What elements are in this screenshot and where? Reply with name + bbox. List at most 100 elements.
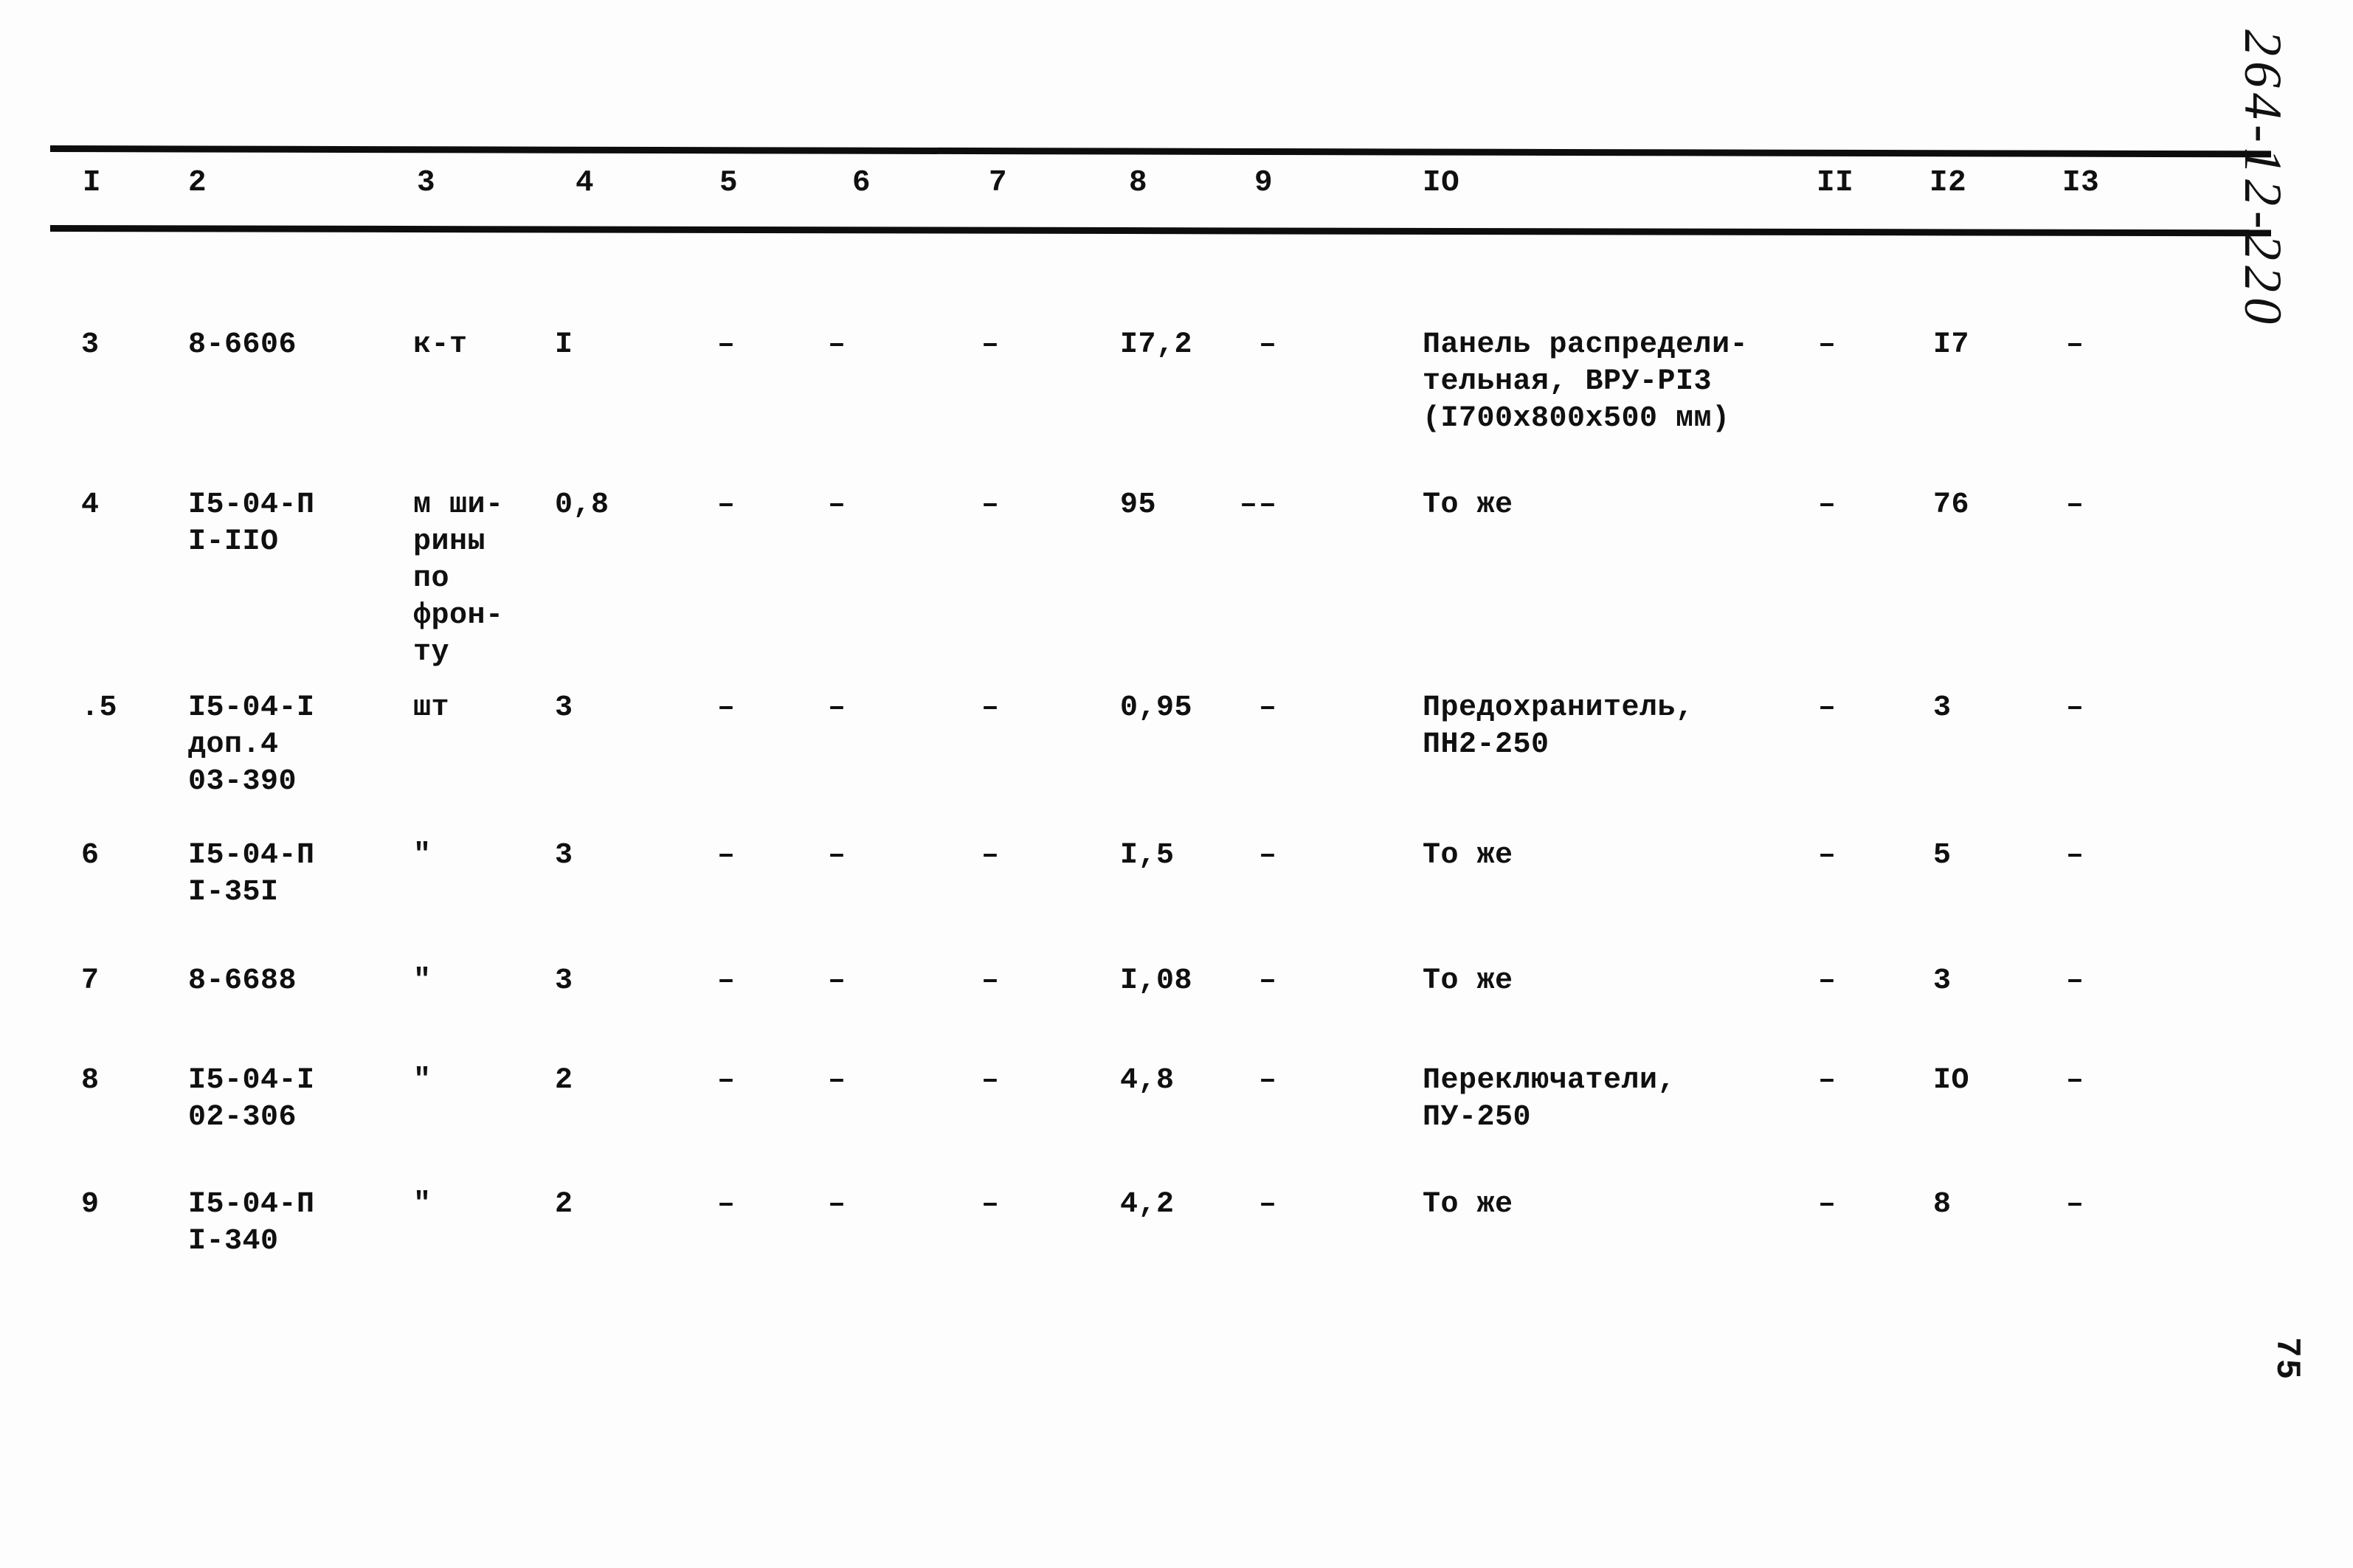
table-row: IO: [1933, 1064, 1970, 1097]
table-row: –: [717, 488, 736, 522]
column-header-9: 9: [1254, 166, 1274, 200]
table-row: –: [2066, 1064, 2084, 1097]
table-header-rule: [49, 225, 2272, 237]
table-row: I5-04-П I-IIO: [188, 488, 315, 559]
column-header-2: 2: [188, 166, 207, 200]
table-row: ": [413, 1188, 432, 1221]
column-header-13: I3: [2062, 166, 2100, 200]
table-row: То же: [1423, 1188, 1513, 1221]
table-row: I7: [1933, 328, 1970, 362]
table-row: 4,2: [1120, 1188, 1175, 1221]
column-header-4: 4: [576, 166, 595, 200]
table-row: 5: [1933, 839, 1952, 872]
table-row: ": [413, 839, 432, 872]
table-row: I5-04-I доп.4 03-390: [188, 691, 315, 798]
page-number: 75: [2267, 1337, 2306, 1381]
table-row: ": [413, 1064, 432, 1097]
table-row: –: [1259, 488, 1277, 522]
table-row: 4: [81, 488, 100, 522]
table-row: 7: [81, 964, 100, 998]
table-row: –: [2066, 1188, 2084, 1221]
table-row: 3: [555, 839, 573, 872]
table-row: –: [828, 1064, 846, 1097]
table-row: –: [828, 839, 846, 872]
table-row: То же: [1423, 488, 1513, 522]
table-row: То же: [1423, 964, 1513, 998]
table-row: I,5: [1120, 839, 1175, 872]
column-header-3: 3: [417, 166, 436, 200]
table-row: –: [981, 488, 1000, 522]
table-row: к-т: [413, 328, 468, 362]
table-row: 2: [555, 1188, 573, 1221]
table-row: –: [1259, 839, 1277, 872]
column-header-8: 8: [1129, 166, 1148, 200]
table-top-rule: [49, 145, 2272, 158]
table-row: Переключатели, ПУ-250: [1423, 1064, 1676, 1134]
table-row: 3: [81, 328, 100, 362]
table-row: –: [2066, 328, 2084, 362]
table-row: ": [413, 964, 432, 998]
table-row: I5-04-I 02-306: [188, 1064, 315, 1134]
table-row: –: [1259, 691, 1277, 725]
table-row: 2: [555, 1064, 573, 1097]
table-row: 3: [1933, 964, 1952, 998]
column-header-12: I2: [1929, 166, 1967, 200]
table-row: –: [717, 691, 736, 725]
table-row: –: [1818, 488, 1837, 522]
table-row: –: [828, 488, 846, 522]
table-row: –: [1259, 328, 1277, 362]
table-row: I5-04-П I-340: [188, 1188, 315, 1258]
table-row: –: [2066, 839, 2084, 872]
table-row: –: [717, 1188, 736, 1221]
table-row: 95: [1120, 488, 1157, 522]
table-row: 8: [1933, 1188, 1952, 1221]
table-row: –: [1818, 328, 1837, 362]
table-row: 0,95: [1120, 691, 1193, 725]
table-row: –: [981, 691, 1000, 725]
table-row: То же: [1423, 839, 1513, 872]
table-row: –: [981, 1188, 1000, 1221]
table-row: 9: [81, 1188, 100, 1221]
table-row: –: [1818, 964, 1837, 998]
table-row: –: [717, 839, 736, 872]
table-row: м ши- рины по фрон- ту: [413, 488, 504, 669]
table-row: –: [981, 964, 1000, 998]
table-row: I7,2: [1120, 328, 1193, 362]
column-header-7: 7: [989, 166, 1008, 200]
table-row: I,08: [1120, 964, 1193, 998]
table-row: –: [1259, 1188, 1277, 1221]
column-header-10: IO: [1423, 166, 1460, 200]
table-row: –: [981, 839, 1000, 872]
table-row: I: [555, 328, 573, 362]
table-row: –: [2066, 488, 2084, 522]
table-row: –: [1818, 1064, 1837, 1097]
table-row: –: [1818, 839, 1837, 872]
table-row: 3: [555, 964, 573, 998]
table-row: 3: [1933, 691, 1952, 725]
table-row: –: [828, 964, 846, 998]
table-row: .5: [81, 691, 118, 725]
table-row: Панель распредели- тельная, ВРУ-РI3 (I70…: [1423, 328, 1749, 435]
table-row: 76: [1933, 488, 1970, 522]
table-row: 4,8: [1120, 1064, 1175, 1097]
column-header-6: 6: [852, 166, 871, 200]
table-row: –: [828, 691, 846, 725]
table-row: 8-6606: [188, 328, 297, 362]
column-header-1: I: [83, 166, 102, 200]
table-row: 0,8: [555, 488, 609, 522]
table-row: –: [1818, 691, 1837, 725]
table-row: –: [2066, 691, 2084, 725]
table-row: –: [1240, 488, 1258, 522]
table-row: –: [981, 328, 1000, 362]
table-row: –: [1259, 964, 1277, 998]
table-row: –: [1818, 1188, 1837, 1221]
table-row: –: [981, 1064, 1000, 1097]
table-row: Предохранитель, ПН2-250: [1423, 691, 1694, 761]
table-row: –: [717, 1064, 736, 1097]
column-header-5: 5: [719, 166, 739, 200]
table-row: –: [2066, 964, 2084, 998]
table-row: 8-6688: [188, 964, 297, 998]
handwritten-catalog-number: 264-12-220: [2233, 30, 2292, 329]
table-row: –: [717, 328, 736, 362]
table-row: 6: [81, 839, 100, 872]
